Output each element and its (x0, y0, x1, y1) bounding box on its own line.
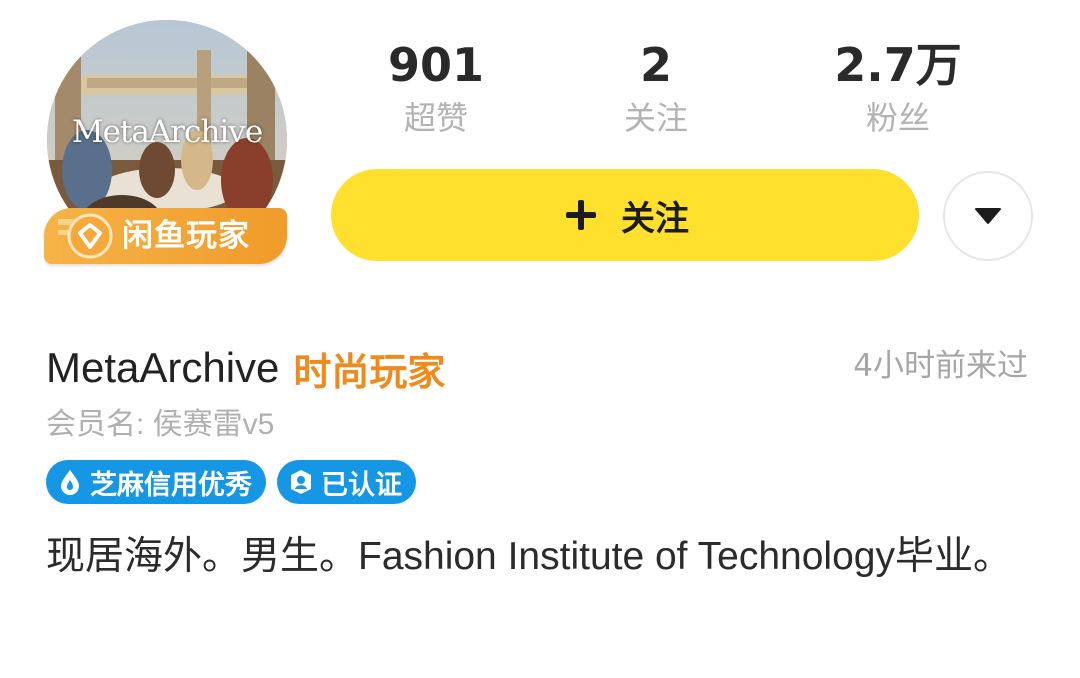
stat-label: 超赞 (403, 99, 468, 137)
plus-icon (566, 200, 596, 230)
xianyu-player-badge[interactable]: 闲鱼玩家 (44, 208, 287, 264)
stat-value: 901 (387, 38, 485, 92)
stat-likes[interactable]: 901 超赞 (326, 36, 546, 138)
stat-label: 关注 (623, 99, 688, 137)
more-options-button[interactable] (943, 171, 1033, 261)
member-name: 会员名: 侯赛雷v5 (46, 408, 275, 441)
xianyu-emblem-icon (58, 213, 113, 259)
follow-button[interactable]: 关注 (331, 169, 919, 261)
follow-label: 关注 (621, 198, 689, 239)
badge-label: 已认证 (321, 469, 402, 501)
last-visit-time: 4小时前来过 (853, 348, 1028, 384)
credential-badges: 芝麻信用优秀 已认证 (46, 460, 427, 504)
avatar-overlay-text: MetaArchive (71, 114, 263, 150)
caret-down-icon (975, 208, 1001, 224)
sesame-credit-badge[interactable]: 芝麻信用优秀 (46, 460, 266, 504)
stat-value: 2.7万 (834, 38, 962, 92)
stat-value: 2 (639, 38, 672, 92)
username: MetaArchive (46, 344, 280, 391)
stat-followers[interactable]: 2.7万 粉丝 (788, 36, 1008, 138)
stat-label: 粉丝 (865, 99, 930, 137)
verified-badge[interactable]: 已认证 (277, 460, 416, 504)
stat-following[interactable]: 2 关注 (546, 36, 766, 138)
badge-label: 闲鱼玩家 (122, 218, 250, 254)
avatar-block[interactable]: MetaArchive 闲鱼玩家 (44, 20, 294, 265)
verified-user-icon (291, 470, 311, 494)
profile-name-row: MetaArchive 时尚玩家 (46, 340, 445, 396)
sesame-credit-icon (61, 470, 79, 495)
fashion-player-tag[interactable]: 时尚玩家 (293, 341, 445, 396)
badge-label: 芝麻信用优秀 (90, 469, 252, 501)
profile-bio: 现居海外。男生。Fashion Institute of Technology毕… (46, 535, 1012, 578)
